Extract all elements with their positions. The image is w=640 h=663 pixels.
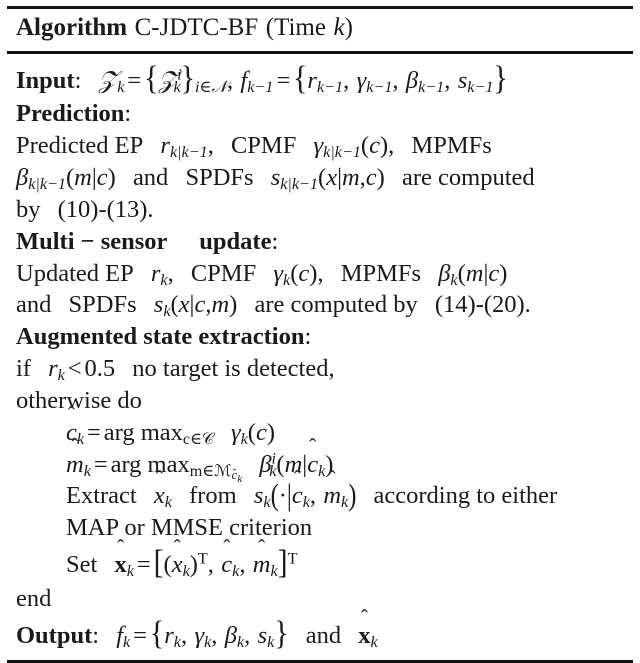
if-keyword: if [16,355,31,383]
extraction-criterion-line: MAP or MMSE criterion [16,512,640,544]
by-word: by [16,195,41,223]
prediction-line-1: Predicted EP rk|k−1, CPMF γk|k−1(c), MPMFs [16,132,492,162]
input-keyword: Input [16,66,75,94]
threshold-value: 0.5 [84,355,116,383]
updated-ep-label: Updated EP [16,259,134,287]
argmax-2: arg max [110,450,190,478]
predicted-ep-label: Predicted EP [16,132,144,160]
extraction-otherwise-line: otherwise do [16,385,640,417]
update-refs: (14)-(20). [434,291,531,319]
input-line: Input: 𝒵k ={𝒵ik}i∈𝒩, fk−1 ={rk−1, γk−1, βk−1, s… [16,59,508,97]
algorithm-block: Algorithm C-JDTC-BF (Time k) Input: 𝒵k ={𝒵ik}… [0,6,640,663]
no-target-text: no target is detected, [132,355,335,383]
algorithm-keyword: Algorithm [16,14,128,41]
extraction-if-line: if rk <0.5 no target is detected, [16,355,335,385]
algorithm-title: Algorithm C-JDTC-BF (Time k) [0,9,640,48]
prediction-line-3: by (10)-(13). [16,194,640,226]
prediction-heading: Prediction: [16,98,640,130]
prediction-refs: (10)-(13). [57,195,154,223]
extraction-colon: : [304,323,312,351]
prediction-colon: : [124,100,132,128]
and-word-1: and [132,164,169,192]
title-paren-open: ( [265,14,275,41]
title-time-var: k [333,14,345,41]
algorithm-body: Input: 𝒵k ={𝒵ik}i∈𝒩, fk−1 ={rk−1, γk−1, βk−1, s… [0,54,640,658]
cpmf-label: CPMF [230,132,297,160]
extract-word: Extract [66,482,137,510]
update-line-1: Updated EP rk, CPMF γk(c), MPMFs βk(m|c) [16,259,508,289]
mpmfs-label-2: MPMFs [340,259,422,287]
according-text: according to either [373,482,558,510]
update-heading: Multi − sensor update: [16,226,640,258]
multi-sensor-keyword: Multi − sensor [16,227,168,255]
end-keyword: end [16,585,52,612]
map-mmse-text: MAP or MMSE criterion [66,514,313,542]
cpmf-label-2: CPMF [190,259,257,287]
and-word-2: and [16,291,52,319]
spdfs-label-2: SPDFs [68,291,137,319]
title-time-word: Time [274,14,326,41]
prediction-line-2: βk|k−1(m|c) and SPDFs sk|k−1(x|m,c) are comp… [16,164,535,194]
output-line: Output: fk ={rk, γk, βk, sk} and ˆ xk [16,605,378,652]
measurement-set-symbol: 𝒵 [98,66,118,94]
bottom-rule [7,659,633,663]
update-line-2: and SPDFs sk(x|c,m) are computed by (14)-(20… [16,291,531,321]
output-colon: : [92,621,100,649]
extraction-set-line: Set ˆ xk =[(ˆ xk)T, ˆ ck, ˆ mk]T [66,534,298,582]
from-word: from [189,482,237,510]
computed-by-2: are computed by [254,291,418,319]
output-keyword: Output [16,621,93,649]
set-word: Set [66,551,98,579]
extraction-extract-line: Extract ˆ xk from sk(·| ˆ ck, ˆ mk) according to … [66,465,558,513]
title-paren-close: ) [344,14,353,41]
argmax-1: arg max [103,418,183,446]
mpmfs-label: MPMFs [411,132,492,160]
prediction-keyword: Prediction [16,100,125,128]
less-than-operator: < [67,355,82,383]
extraction-heading: Augmented state extraction: [16,321,640,353]
update-keyword: update [199,227,272,255]
input-colon: : [74,66,82,94]
end-line: end [16,583,640,615]
otherwise-do-text: otherwise do [16,386,142,414]
algorithm-name: C-JDTC-BF [134,14,259,41]
are-computed-1: are computed [401,164,535,192]
augmented-keyword: Augmented state extraction [16,323,305,351]
extraction-chat-line: ˆ ck = arg maxc∈𝒞 γk(c) [66,402,276,448]
spdfs-label-1: SPDFs [185,164,254,192]
and-word-3: and [305,621,342,649]
update-colon: : [271,227,279,255]
